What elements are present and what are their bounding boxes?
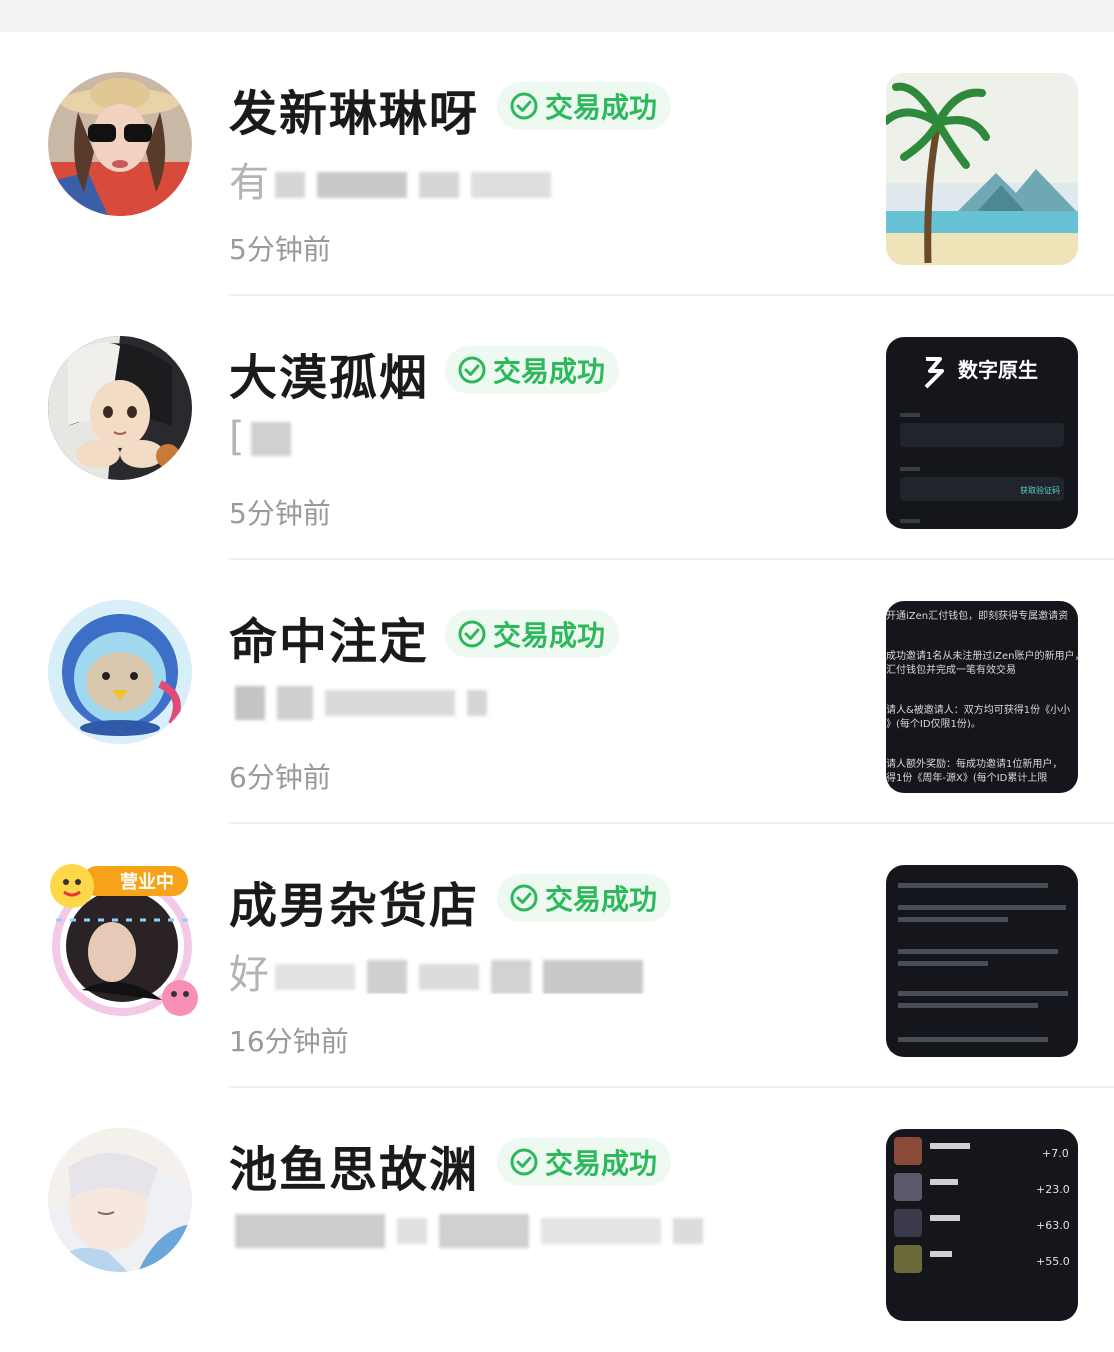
status-badge-label: 交易成功 <box>545 883 658 916</box>
svg-text:+23.0: +23.0 <box>1036 1183 1070 1196</box>
username: 大漠孤烟 <box>229 350 430 406</box>
check-circle-icon <box>510 1148 538 1176</box>
status-badge-label: 交易成功 <box>545 1147 658 1180</box>
avatar[interactable] <box>48 1128 192 1272</box>
svg-text:获取验证码: 获取验证码 <box>1020 485 1060 495</box>
avatar[interactable] <box>48 336 192 480</box>
message-preview <box>229 1206 709 1258</box>
list-item[interactable]: 营业中 成男杂货店 交易成功 好 16分钟前 <box>0 824 1114 1088</box>
check-circle-icon <box>458 356 486 384</box>
item-thumbnail[interactable]: 开通iZen汇付钱包，即刻获得专属邀请资 成功邀请1名从未注册过iZen账户的新… <box>886 601 1078 793</box>
username: 池鱼思故渊 <box>229 1142 480 1198</box>
list-item[interactable]: 命中注定 交易成功 6分钟前 开通iZen汇付钱包，即刻获得专属邀请资 成功邀请… <box>0 560 1114 824</box>
status-badge: 交易成功 <box>445 610 620 658</box>
check-circle-icon <box>510 92 538 120</box>
list-item[interactable]: 发新琳琳呀 交易成功 有 5分钟前 <box>0 32 1114 296</box>
svg-text:成功邀请1名从未注册过iZen账户的新用户，: 成功邀请1名从未注册过iZen账户的新用户， <box>886 649 1078 662</box>
status-badge-label: 交易成功 <box>545 91 658 124</box>
item-thumbnail[interactable]: +7.0 +23.0 +63.0 +55.0 <box>886 1129 1078 1321</box>
message-preview <box>229 678 493 730</box>
list-item[interactable]: 池鱼思故渊 交易成功 +7.0 +23.0 +63.0 +55.0 <box>0 1088 1114 1352</box>
status-badge: 交易成功 <box>497 874 672 922</box>
status-badge: 交易成功 <box>497 1138 672 1186</box>
avatar[interactable]: 营业中 <box>42 860 202 1020</box>
svg-text:汇付钱包并完成一笔有效交易: 汇付钱包并完成一笔有效交易 <box>886 663 1016 676</box>
svg-text:+55.0: +55.0 <box>1036 1255 1070 1268</box>
item-thumbnail[interactable]: 数字原生 获取验证码 <box>886 337 1078 529</box>
avatar-badge-label: 营业中 <box>120 871 174 893</box>
username: 成男杂货店 <box>229 878 480 934</box>
message-preview: 有 <box>229 150 557 202</box>
timestamp: 6分钟前 <box>229 761 331 794</box>
timestamp: 5分钟前 <box>229 233 331 266</box>
svg-text:+63.0: +63.0 <box>1036 1219 1070 1232</box>
timestamp: 5分钟前 <box>229 497 331 530</box>
check-circle-icon <box>458 620 486 648</box>
check-circle-icon <box>510 884 538 912</box>
list-item[interactable]: 大漠孤烟 交易成功 [ 5分钟前 数字原生 获取验证码 <box>0 296 1114 560</box>
status-badge-label: 交易成功 <box>493 619 606 652</box>
status-badge: 交易成功 <box>497 82 672 130</box>
item-thumbnail[interactable] <box>886 73 1078 265</box>
timestamp: 16分钟前 <box>229 1025 349 1058</box>
message-preview: [ <box>229 414 297 466</box>
message-preview: 好 <box>229 942 649 994</box>
username: 命中注定 <box>229 614 430 670</box>
svg-text:+7.0: +7.0 <box>1042 1147 1069 1160</box>
thumb-title: 数字原生 <box>958 358 1038 382</box>
username: 发新琳琳呀 <box>229 86 480 142</box>
svg-text:》(每个ID仅限1份)。: 》(每个ID仅限1份)。 <box>886 717 981 730</box>
item-thumbnail[interactable] <box>886 865 1078 1057</box>
svg-text:请人&被邀请人：双方均可获得1份《小小: 请人&被邀请人：双方均可获得1份《小小 <box>886 703 1070 716</box>
avatar[interactable] <box>48 72 192 216</box>
svg-text:得1份《周年-源X》(每个ID累计上限: 得1份《周年-源X》(每个ID累计上限 <box>886 771 1047 784</box>
status-badge-label: 交易成功 <box>493 355 606 388</box>
top-bar <box>0 0 1114 32</box>
avatar[interactable] <box>48 600 192 744</box>
svg-text:请人额外奖励：每成功邀请1位新用户，: 请人额外奖励：每成功邀请1位新用户， <box>886 757 1062 770</box>
status-badge: 交易成功 <box>445 346 620 394</box>
svg-text:开通iZen汇付钱包，即刻获得专属邀请资: 开通iZen汇付钱包，即刻获得专属邀请资 <box>886 609 1068 622</box>
